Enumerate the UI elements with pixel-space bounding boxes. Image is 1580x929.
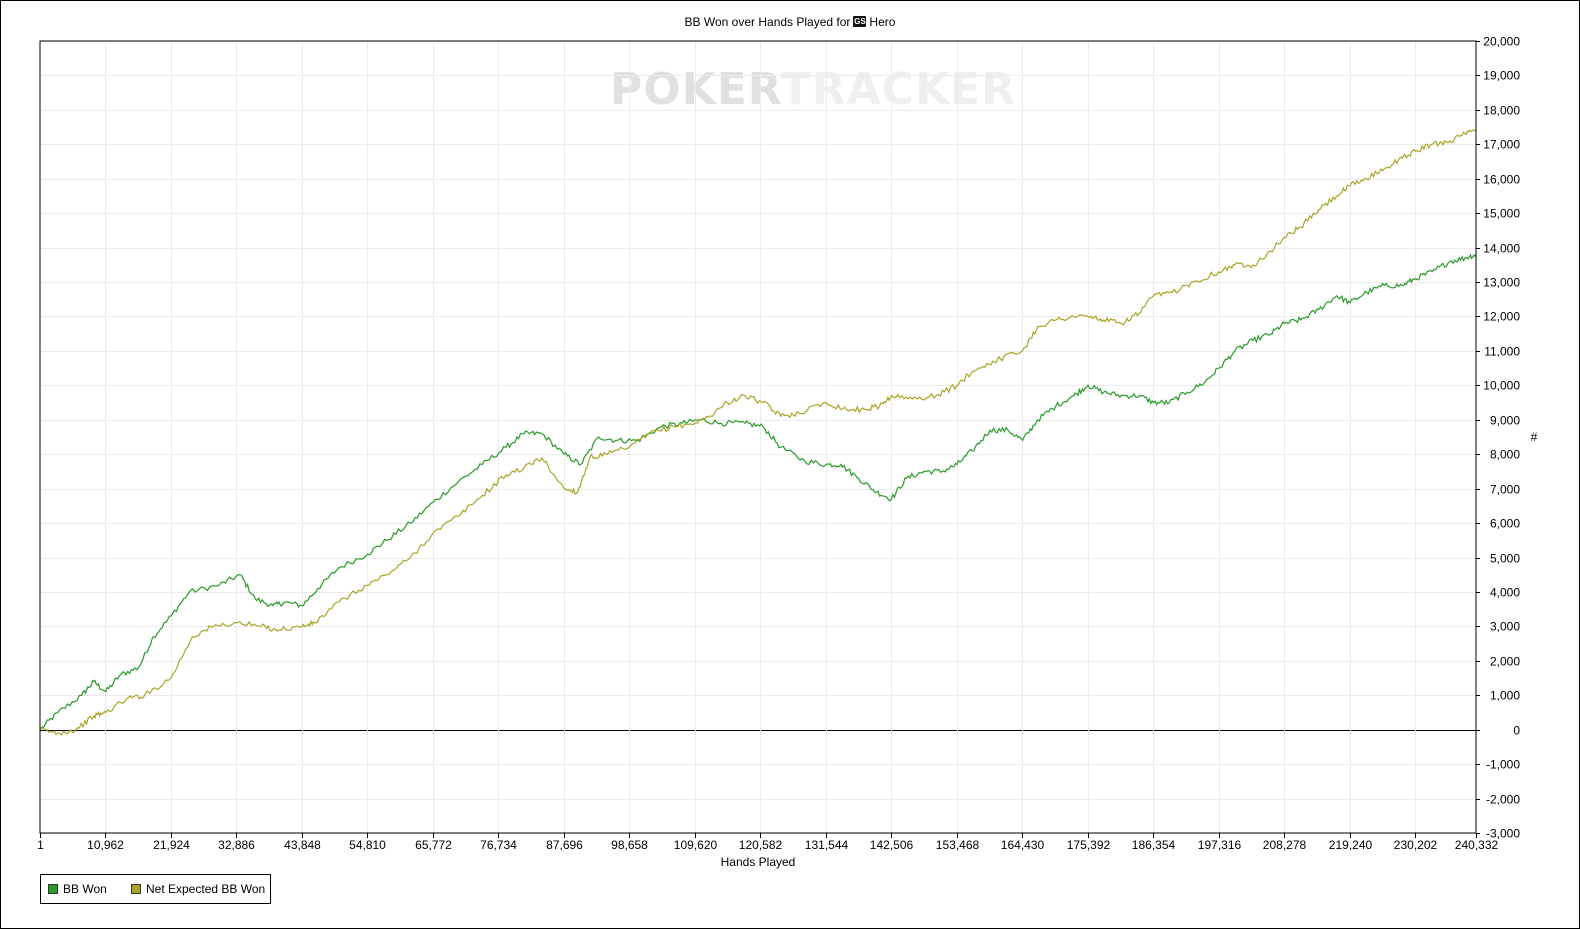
x-tick-label: 142,506 <box>870 838 914 852</box>
chart-svg: 20,00019,00018,00017,00016,00015,00014,0… <box>37 35 1538 870</box>
x-tick-label: 240,332 <box>1455 838 1499 852</box>
y-tick-label: 17,000 <box>1483 138 1520 152</box>
series-line-bb-won <box>39 253 1477 731</box>
x-tick-label: 10,962 <box>87 838 124 852</box>
legend-swatch-net-expected <box>131 884 141 894</box>
x-axis-label: Hands Played <box>721 855 796 869</box>
y-tick-label: 1,000 <box>1490 689 1520 703</box>
y-tick-label: 0 <box>1513 724 1520 738</box>
x-tick-label: 186,354 <box>1132 838 1176 852</box>
x-tick-label: 1 <box>37 838 44 852</box>
y-tick-label: 18,000 <box>1483 104 1520 118</box>
y-tick-label: 6,000 <box>1490 517 1520 531</box>
plot-border <box>39 40 1477 834</box>
chart-legend: BB Won Net Expected BB Won <box>40 874 271 904</box>
y-tick-label: 2,000 <box>1490 655 1520 669</box>
x-tick-label: 65,772 <box>415 838 452 852</box>
x-tick-label: 43,848 <box>284 838 321 852</box>
x-tick-label: 87,696 <box>546 838 583 852</box>
y-tick-label: 13,000 <box>1483 276 1520 290</box>
series-layer <box>39 129 1477 736</box>
x-tick-label: 175,392 <box>1067 838 1111 852</box>
x-tick-label: 98,658 <box>611 838 648 852</box>
y-tick-label: 19,000 <box>1483 69 1520 83</box>
x-tick-label: 219,240 <box>1329 838 1373 852</box>
x-tick-label: 197,316 <box>1198 838 1242 852</box>
y-tick-label: 8,000 <box>1490 448 1520 462</box>
y-tick-label: 3,000 <box>1490 620 1520 634</box>
x-tick-label: 109,620 <box>674 838 718 852</box>
legend-item-net-expected: Net Expected BB Won <box>131 882 265 896</box>
y-tick-label: 14,000 <box>1483 242 1520 256</box>
y-tick-label: 11,000 <box>1484 345 1520 359</box>
x-tick-label: 21,924 <box>153 838 190 852</box>
legend-label-bb-won: BB Won <box>63 882 107 896</box>
y-tick-label: 5,000 <box>1490 552 1520 566</box>
x-tick-label: 153,468 <box>936 838 980 852</box>
y-tick-label: 16,000 <box>1483 173 1520 187</box>
x-tick-label: 208,278 <box>1263 838 1307 852</box>
y-tick-label: 9,000 <box>1490 414 1520 428</box>
y-tick-label: 7,000 <box>1490 483 1520 497</box>
y-tick-label: 10,000 <box>1483 379 1520 393</box>
y-tick-label: 12,000 <box>1483 310 1520 324</box>
x-tick-label: 131,544 <box>805 838 849 852</box>
y-tick-label: 20,000 <box>1483 35 1520 49</box>
y-tick-label: -2,000 <box>1486 793 1520 807</box>
legend-swatch-bb-won <box>48 884 58 894</box>
y-axis-label: # <box>1531 430 1538 444</box>
grid-layer <box>40 41 1476 834</box>
legend-item-bb-won: BB Won <box>48 882 107 896</box>
x-tick-label: 76,734 <box>480 838 517 852</box>
x-tick-label: 230,202 <box>1394 838 1438 852</box>
x-tick-label: 54,810 <box>349 838 386 852</box>
y-tick-label: 4,000 <box>1490 586 1520 600</box>
legend-label-net-expected: Net Expected BB Won <box>146 882 266 896</box>
y-tick-label: -1,000 <box>1486 758 1520 772</box>
x-tick-label: 32,886 <box>218 838 255 852</box>
series-line-net-expected-bb-won <box>39 129 1477 736</box>
y-tick-label: 15,000 <box>1483 207 1520 221</box>
axis-layer: 20,00019,00018,00017,00016,00015,00014,0… <box>37 35 1538 870</box>
x-tick-label: 120,582 <box>739 838 783 852</box>
x-tick-label: 164,430 <box>1001 838 1045 852</box>
